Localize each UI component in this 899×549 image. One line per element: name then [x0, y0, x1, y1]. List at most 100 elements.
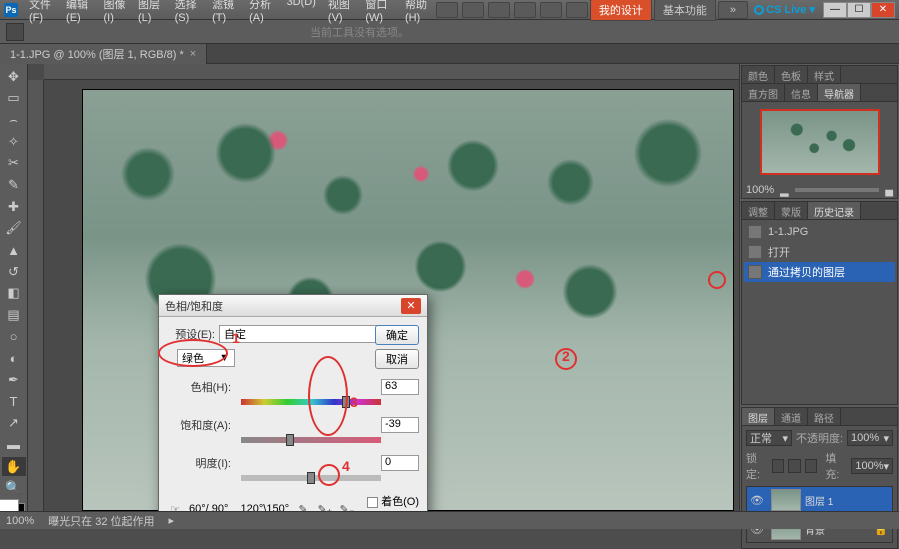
- cancel-button[interactable]: 取消: [375, 349, 419, 369]
- wand-tool[interactable]: ✧: [2, 132, 26, 152]
- lightness-input[interactable]: 0: [381, 455, 419, 471]
- menu-image[interactable]: 图像(I): [99, 0, 131, 26]
- menu-layer[interactable]: 图层(L): [133, 0, 168, 26]
- hand-tool[interactable]: ✋: [2, 457, 26, 477]
- workspace-more[interactable]: »: [718, 1, 748, 19]
- marquee-tool[interactable]: ▭: [2, 89, 26, 109]
- menu-edit[interactable]: 编辑(E): [61, 0, 96, 26]
- zoom-level-icon[interactable]: [514, 2, 536, 18]
- tab-layers[interactable]: 图层: [742, 408, 775, 425]
- layer-1[interactable]: 👁 图层 1: [746, 486, 893, 514]
- lock-all-icon[interactable]: [805, 459, 818, 473]
- fill-input[interactable]: 100%▾: [851, 458, 893, 474]
- tab-styles[interactable]: 样式: [808, 66, 841, 83]
- type-tool[interactable]: T: [2, 392, 26, 412]
- history-brush-tool[interactable]: ↺: [2, 262, 26, 282]
- document-tab[interactable]: 1-1.JPG @ 100% (图层 1, RGB/8) * ×: [0, 44, 207, 64]
- colorize-checkbox[interactable]: [367, 497, 378, 508]
- document-tab-label: 1-1.JPG @ 100% (图层 1, RGB/8) *: [10, 46, 184, 62]
- fill-label: 填充:: [825, 450, 847, 482]
- tab-swatches[interactable]: 色板: [775, 66, 808, 83]
- history-layercopy[interactable]: 通过拷贝的图层: [744, 262, 895, 282]
- eraser-tool[interactable]: ◧: [2, 284, 26, 304]
- lasso-tool[interactable]: ⌢: [2, 110, 26, 130]
- preset-select[interactable]: 自定▼: [219, 325, 401, 343]
- lightness-label: 明度(I):: [167, 455, 237, 471]
- lock-pixels-icon[interactable]: [772, 459, 785, 473]
- cslive-button[interactable]: CS Live ▾: [754, 3, 815, 16]
- minimize-button[interactable]: —: [823, 2, 847, 18]
- saturation-input[interactable]: -39: [381, 417, 419, 433]
- close-button[interactable]: ✕: [871, 2, 895, 18]
- maximize-button[interactable]: ☐: [847, 2, 871, 18]
- tab-info[interactable]: 信息: [785, 84, 818, 101]
- right-panels: 颜色 色板 样式 直方图 信息 导航器 100% ▂ ▄ 调整 蒙版 历史记录 …: [739, 64, 899, 524]
- app-logo: Ps: [4, 3, 18, 17]
- ok-button[interactable]: 确定: [375, 325, 419, 345]
- menu-window[interactable]: 窗口(W): [360, 0, 398, 26]
- title-bar: Ps 文件(F) 编辑(E) 图像(I) 图层(L) 选择(S) 滤镜(T) 分…: [0, 0, 899, 20]
- history-open[interactable]: 打开: [744, 242, 895, 262]
- opacity-input[interactable]: 100%▾: [847, 430, 893, 446]
- path-tool[interactable]: ↗: [2, 414, 26, 434]
- stamp-tool[interactable]: ▲: [2, 240, 26, 260]
- workspace-basic[interactable]: 基本功能: [654, 0, 716, 21]
- zoom-slider[interactable]: [795, 188, 880, 192]
- navigator-thumb[interactable]: [760, 109, 880, 175]
- crop-tool[interactable]: ✂: [2, 154, 26, 174]
- eyedropper-tool[interactable]: ✎: [2, 175, 26, 195]
- ruler-vertical: [28, 80, 44, 524]
- pen-tool[interactable]: ✒: [2, 370, 26, 390]
- menu-file[interactable]: 文件(F): [24, 0, 59, 26]
- shape-tool[interactable]: ▬: [2, 435, 26, 455]
- status-zoom[interactable]: 100%: [6, 515, 34, 527]
- saturation-slider[interactable]: [241, 437, 381, 443]
- close-tab-icon[interactable]: ×: [190, 48, 196, 60]
- launch-minibridge-icon[interactable]: [462, 2, 484, 18]
- lock-position-icon[interactable]: [788, 459, 801, 473]
- tab-color[interactable]: 颜色: [742, 66, 775, 83]
- current-tool-icon[interactable]: [6, 23, 24, 41]
- tab-channels[interactable]: 通道: [775, 408, 808, 425]
- workspace-mydesign[interactable]: 我的设计: [590, 0, 652, 21]
- status-info: 曝光只在 32 位起作用: [48, 513, 154, 529]
- tab-masks[interactable]: 蒙版: [775, 202, 808, 219]
- zoom-out-icon[interactable]: ▂: [780, 184, 788, 197]
- healing-tool[interactable]: ✚: [2, 197, 26, 217]
- tab-paths[interactable]: 路径: [808, 408, 841, 425]
- tab-history[interactable]: 历史记录: [808, 202, 861, 219]
- menu-select[interactable]: 选择(S): [170, 0, 205, 26]
- navigator-zoom[interactable]: 100%: [746, 184, 774, 196]
- dialog-titlebar[interactable]: 色相/饱和度 ✕: [159, 295, 427, 317]
- layercopy-icon: [748, 265, 762, 279]
- menu-filter[interactable]: 滤镜(T): [207, 0, 242, 26]
- menu-view[interactable]: 视图(V): [323, 0, 358, 26]
- visibility-icon[interactable]: 👁: [747, 494, 767, 507]
- blur-tool[interactable]: ○: [2, 327, 26, 347]
- menu-help[interactable]: 帮助(H): [400, 0, 436, 26]
- dialog-title: 色相/饱和度: [165, 298, 401, 314]
- dodge-tool[interactable]: ◐: [2, 349, 26, 369]
- tab-adjustments[interactable]: 调整: [742, 202, 775, 219]
- dialog-close-icon[interactable]: ✕: [401, 298, 421, 314]
- menu-3d[interactable]: 3D(D): [282, 0, 321, 26]
- tab-histogram[interactable]: 直方图: [742, 84, 785, 101]
- launch-bridge-icon[interactable]: [436, 2, 458, 18]
- history-snapshot[interactable]: 1-1.JPG: [744, 222, 895, 242]
- move-tool[interactable]: ✥: [2, 67, 26, 87]
- gradient-tool[interactable]: ▤: [2, 305, 26, 325]
- menu-analyze[interactable]: 分析(A): [244, 0, 279, 26]
- view-extras-icon[interactable]: [488, 2, 510, 18]
- colorize-label: 着色(O): [381, 496, 419, 508]
- arrange-docs-icon[interactable]: [540, 2, 562, 18]
- hue-input[interactable]: 63: [381, 379, 419, 395]
- tab-navigator[interactable]: 导航器: [818, 84, 861, 101]
- zoom-in-icon[interactable]: ▄: [885, 184, 893, 196]
- zoom-tool[interactable]: 🔍: [2, 478, 26, 498]
- lightness-slider[interactable]: [241, 475, 381, 481]
- screen-mode-icon[interactable]: [566, 2, 588, 18]
- blend-mode-select[interactable]: 正常▾: [746, 430, 792, 446]
- brush-tool[interactable]: 🖌: [2, 219, 26, 239]
- layer-name: 图层 1: [805, 493, 833, 508]
- annotation-circle-5: [708, 271, 726, 289]
